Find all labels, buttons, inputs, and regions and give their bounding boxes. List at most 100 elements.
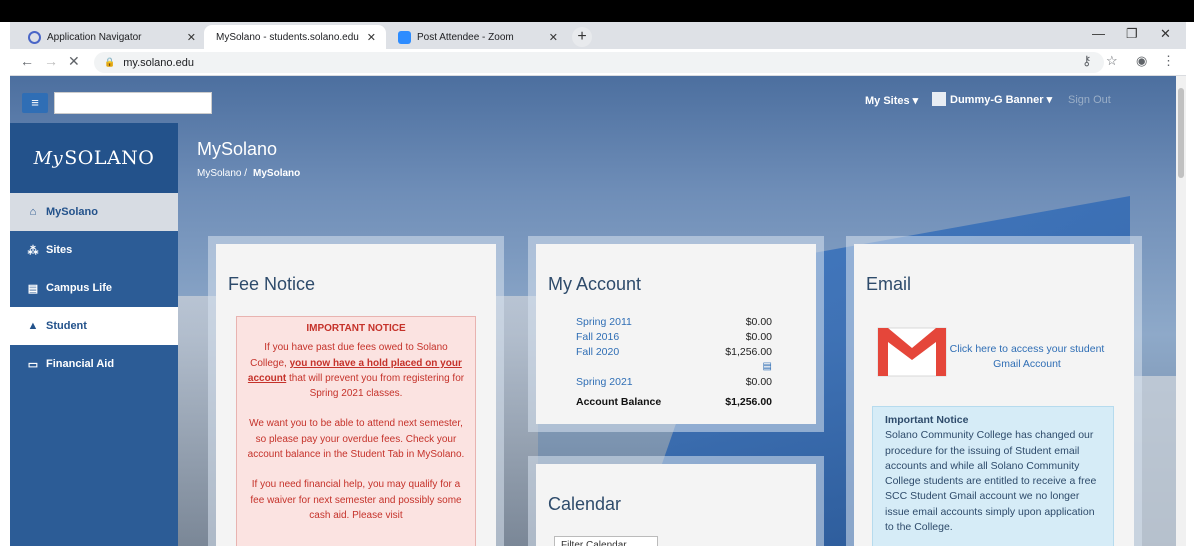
page-title: MySolano [197,139,278,159]
key-icon[interactable]: ⚷ [1082,53,1092,69]
account-row: Fall 2016 $0.00 [576,331,772,346]
zoom-icon [398,30,411,44]
tab-mysolano[interactable]: MySolano - students.solano.edu ✕ [204,25,386,49]
email-important-notice: Important Notice Solano Community Colleg… [872,406,1114,546]
sidebar-item-campus-life[interactable]: ▤ Campus Life [10,269,178,307]
account-term-link[interactable]: Fall 2020 [576,346,619,361]
sidebar: My SOLANO ⌂ MySolano ⁂ Sites ▤ Campus Lif… [10,123,178,546]
book-icon: ▤ [27,282,39,295]
sidebar-item-mysolano[interactable]: ⌂ MySolano [10,193,178,231]
notice-heading: IMPORTANT NOTICE [306,323,406,334]
close-tab-icon[interactable]: ✕ [187,31,196,44]
breadcrumb-root[interactable]: MySolano / [197,168,247,179]
notice-paragraph: If you have past due fees owed to Solano… [247,340,465,401]
restore-icon[interactable]: ❐ [1126,26,1138,42]
menu-dots-icon[interactable]: ⋮ [1162,53,1175,69]
important-notice-box: IMPORTANT NOTICE If you have past due fe… [236,316,476,546]
calendar-filter-select[interactable]: Filter Calendar [554,536,658,546]
profile-icon[interactable]: ◉ [1136,53,1147,69]
forward-icon[interactable]: → [44,53,58,69]
my-account-title: My Account [548,274,642,294]
tab-zoom[interactable]: Post Attendee - Zoom ✕ [386,25,568,49]
account-list: Spring 2011 $0.00 Fall 2016 $0.00 Fall 2… [576,316,772,411]
page-content: ≡ My Sites ▾ Dummy-G Banner ▾ Sign Out M… [10,76,1176,546]
sidebar-item-financial-aid[interactable]: ▭ Financial Aid [10,345,178,383]
stop-icon[interactable]: ✕ [68,53,80,70]
close-window-icon[interactable]: ✕ [1160,26,1171,42]
sitemap-icon: ⁂ [27,244,39,257]
credit-card-icon[interactable]: ▤ [576,361,772,376]
notice-text: that will prevent you from registering f… [289,372,465,400]
sidebar-item-label: Sites [46,244,73,256]
mysolano-logo[interactable]: My SOLANO [10,123,178,193]
account-term-link[interactable]: Spring 2011 [576,316,632,331]
email-title: Email [866,274,912,294]
email-card: Email Click here to access your student … [854,244,1134,546]
page-scrollbar[interactable] [1176,76,1186,546]
account-balance-value: $1,256.00 [725,396,772,408]
credit-card-icon: ▭ [27,358,39,371]
notice-paragraph: If you need financial help, you may qual… [250,479,462,521]
fee-notice-card: Fee Notice IMPORTANT NOTICE If you have … [216,244,496,546]
home-icon: ⌂ [29,206,37,218]
bookmark-star-icon[interactable]: ☆ [1106,53,1118,69]
account-amount: $0.00 [745,376,772,388]
close-tab-icon[interactable]: ✕ [549,31,558,44]
calendar-card-frame: Calendar Filter Calendar [528,456,824,546]
tab-application-navigator[interactable]: Application Navigator ✕ [16,25,206,49]
close-tab-icon[interactable]: ✕ [367,31,376,44]
sign-out-link[interactable]: Sign Out [1068,94,1111,106]
sidebar-item-label: Financial Aid [46,358,115,370]
calendar-title: Calendar [548,494,622,514]
back-icon[interactable]: ← [20,53,34,69]
account-term-link[interactable]: Spring 2021 [576,376,633,391]
gmail-icon[interactable] [876,322,948,378]
sidebar-item-student[interactable]: ▲ Student [10,307,178,345]
browser-tab-bar: Application Navigator ✕ MySolano - stude… [10,22,1186,49]
breadcrumb-current: MySolano [253,168,301,179]
navigator-icon [28,30,41,44]
sidebar-item-sites[interactable]: ⁂ Sites [10,231,178,269]
account-term-link[interactable]: Fall 2016 [576,331,619,346]
email-notice-heading: Important Notice [885,414,969,426]
account-amount: $1,256.00 [725,346,772,358]
account-row: Spring 2011 $0.00 [576,316,772,331]
tab-title: Application Navigator [47,31,142,43]
url-text: my.solano.edu [123,56,194,69]
minimize-icon[interactable]: — [1092,26,1105,41]
account-amount: $0.00 [745,316,772,328]
sidebar-item-label: MySolano [46,206,98,218]
logo-main: SOLANO [64,147,155,169]
calendar-card: Calendar Filter Calendar [536,464,816,546]
my-sites-dropdown[interactable]: My Sites ▾ [865,94,918,107]
account-balance-label: Account Balance [576,396,662,408]
tab-title: MySolano - students.solano.edu [216,31,359,43]
hamburger-menu-icon[interactable]: ≡ [22,93,48,113]
search-input[interactable] [54,92,212,114]
notice-paragraph: We want you to be able to attend next se… [247,418,465,461]
address-row: ← → ✕ 🔒 my.solano.edu ⚷ ☆ ◉ ⋮ [10,49,1186,76]
user-name: Dummy-G Banner ▾ [950,93,1053,106]
user-menu[interactable]: Dummy-G Banner ▾ [932,92,1052,106]
scrollbar-thumb[interactable] [1178,88,1184,178]
sidebar-item-label: Student [46,320,87,332]
avatar [932,92,946,106]
email-notice-body: Solano Community College has changed our… [885,429,1097,534]
my-account-card-frame: My Account Spring 2011 $0.00 Fall 2016 $… [528,236,824,432]
tab-title: Post Attendee - Zoom [417,31,514,43]
lock-icon: 🔒 [104,57,116,67]
address-bar[interactable]: 🔒 my.solano.edu [94,52,1104,73]
account-row: Fall 2020 $1,256.00 [576,346,772,361]
new-tab-button[interactable]: + [572,27,592,47]
fee-notice-title: Fee Notice [228,274,316,294]
logo-prefix: My [33,147,64,169]
gmail-access-link[interactable]: Click here to access your student Gmail … [942,342,1112,372]
breadcrumb: MySolano / MySolano [197,168,300,179]
sidebar-item-label: Campus Life [46,282,113,294]
email-card-frame: Email Click here to access your student … [846,236,1142,546]
top-black-strip [0,0,1194,22]
my-account-card: My Account Spring 2011 $0.00 Fall 2016 $… [536,244,816,424]
account-row: Spring 2021 $0.00 [576,376,772,391]
account-balance-row: Account Balance $1,256.00 [576,396,772,411]
account-amount: $0.00 [745,331,772,343]
